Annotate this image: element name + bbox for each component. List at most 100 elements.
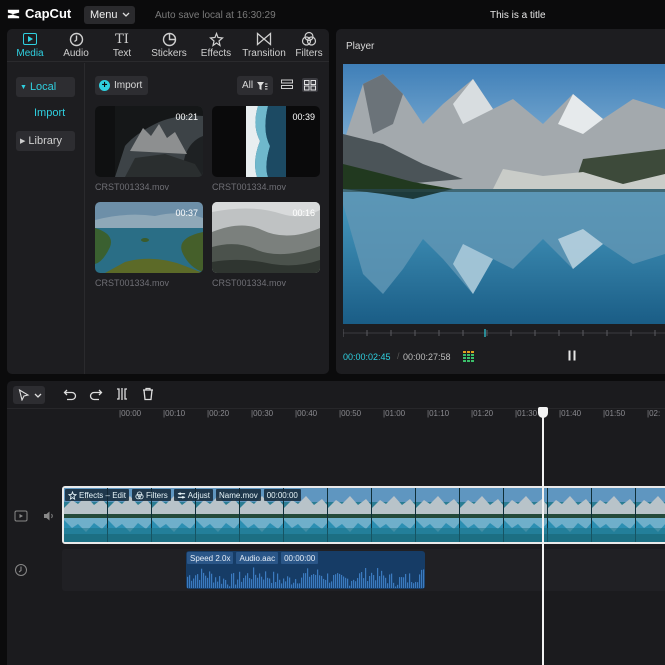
tab-effects-label: Effects (200, 48, 232, 59)
adjust-icon (177, 492, 185, 498)
adjust-tag-label: Adjust (187, 490, 211, 500)
redo-icon[interactable] (89, 387, 103, 401)
audio-clip[interactable]: Speed 2.0x Audio.aac 00:00:00 (186, 551, 425, 589)
app-logo: CapCut (6, 6, 71, 21)
audio-meter-icon[interactable] (463, 350, 475, 362)
caret-down-icon: ▼ (20, 83, 27, 91)
sidebar-item-local[interactable]: ▼ Local (16, 77, 75, 97)
sidebar-item-library-label: Library (28, 135, 63, 147)
caret-right-icon: ▶ (20, 138, 26, 145)
playhead-handle[interactable] (538, 407, 548, 418)
ruler-label: |00:40 (295, 409, 318, 418)
thumbnail-duration: 00:39 (292, 112, 315, 122)
menu-button-label: Menu (90, 9, 118, 21)
grid-view-icon (304, 80, 316, 91)
tab-effects[interactable]: Effects (193, 31, 239, 61)
thumbnail-filename: CRST001334.mov (95, 182, 170, 192)
thumbnail-filename: CRST001334.mov (95, 278, 170, 288)
timeline-ruler[interactable]: |00:00 |00:10 |00:20 |00:30 |00:40 |00:5… (7, 409, 665, 429)
media-panel: Media Audio TI Text Stickers Effects Tra… (7, 29, 329, 374)
media-thumbnail[interactable]: 00:39 (212, 106, 320, 177)
split-icon[interactable] (115, 387, 129, 401)
ruler-label: |01:30 (515, 409, 538, 418)
import-button[interactable]: + Import (95, 76, 149, 95)
player-title: Player (346, 41, 375, 52)
media-sidebar: ▼ Local Import ▶ Library (7, 63, 85, 374)
filter-dropdown[interactable]: All (237, 76, 274, 95)
grid-view-button[interactable] (302, 78, 318, 92)
audio-track-icon[interactable] (14, 563, 28, 577)
timeline-toolbar (7, 381, 665, 409)
filters-tag[interactable]: Filters (132, 489, 171, 501)
capcut-logo-icon (7, 9, 20, 19)
time-separator: / (397, 351, 400, 361)
app-name: CapCut (25, 6, 72, 21)
total-time: 00:00:27:58 (403, 352, 451, 362)
tab-audio[interactable]: Audio (53, 31, 99, 61)
asset-tabs: Media Audio TI Text Stickers Effects Tra… (7, 29, 329, 62)
list-view-icon[interactable] (281, 79, 293, 91)
tab-media[interactable]: Media (7, 31, 53, 61)
delete-icon[interactable] (141, 387, 155, 401)
thumbnail-duration: 00:37 (175, 208, 198, 218)
stickers-icon (162, 32, 176, 46)
volume-icon[interactable] (42, 509, 56, 523)
tab-media-label: Media (16, 48, 44, 59)
sidebar-item-import[interactable]: Import (16, 103, 75, 123)
project-title[interactable]: This is a title (490, 10, 546, 21)
tab-filters[interactable]: Filters (289, 31, 329, 61)
tab-stickers-label: Stickers (151, 48, 187, 59)
ruler-label: |01:20 (471, 409, 494, 418)
effects-tag[interactable]: Effects – Edit (65, 489, 129, 501)
thumbnail-duration: 00:16 (292, 208, 315, 218)
mountain-lake-image (343, 64, 665, 324)
select-tool-dropdown[interactable] (13, 386, 45, 404)
import-button-label: Import (114, 80, 143, 91)
ruler-label: |01:50 (603, 409, 626, 418)
media-thumbnail[interactable]: 00:37 (95, 202, 203, 273)
video-track-icon[interactable] (14, 509, 28, 523)
audio-waveform (187, 567, 425, 588)
thumbnail-duration: 00:21 (175, 112, 198, 122)
filters-icon (135, 490, 144, 499)
ruler-label: |00:30 (251, 409, 274, 418)
video-clip[interactable]: Effects – Edit Filters Adjust Name.mov 0… (62, 486, 665, 544)
current-time: 00:00:02:45 (343, 352, 391, 362)
pause-icon[interactable] (567, 350, 577, 361)
thumbnail-filename: CRST001334.mov (212, 182, 287, 192)
tab-filters-label: Filters (295, 48, 323, 59)
media-thumbnail[interactable]: 00:21 (95, 106, 203, 177)
ruler-label: |01:00 (383, 409, 406, 418)
sidebar-item-import-label: Import (34, 107, 66, 119)
tab-text[interactable]: TI Text (99, 31, 145, 61)
filter-label: All (242, 80, 254, 91)
tab-text-label: Text (112, 48, 132, 59)
tab-transition-label: Transition (242, 48, 286, 59)
tab-stickers[interactable]: Stickers (146, 31, 192, 61)
player-panel: Player 00:00:02:45 / 00:00:27:58 (336, 29, 665, 374)
tab-transition[interactable]: Transition (240, 31, 288, 61)
player-scrubber[interactable] (343, 328, 665, 338)
undo-icon[interactable] (63, 387, 77, 401)
video-preview[interactable] (343, 64, 665, 324)
transition-icon (256, 32, 272, 46)
ruler-label: |00:50 (339, 409, 362, 418)
thumbnail-filename: CRST001334.mov (212, 278, 287, 288)
ruler-label: |02: (647, 409, 661, 418)
playhead-line[interactable] (542, 409, 544, 665)
ruler-label: |01:10 (427, 409, 450, 418)
sidebar-item-library[interactable]: ▶ Library (16, 131, 75, 151)
menu-button[interactable]: Menu (84, 6, 135, 24)
text-icon: TI (115, 31, 129, 47)
adjust-tag[interactable]: Adjust (173, 489, 214, 501)
media-thumbnail[interactable]: 00:16 (212, 202, 320, 273)
filters-tag-label: Filters (146, 490, 168, 500)
tab-audio-label: Audio (63, 48, 89, 59)
sort-filter-icon (257, 81, 268, 90)
clip-name-tag: Name.mov (216, 489, 261, 501)
ruler-label: |00:20 (207, 409, 230, 418)
effects-icon (208, 31, 224, 47)
effects-tag-label: Effects – Edit (79, 490, 126, 500)
ruler-label: |00:10 (163, 409, 186, 418)
filters-icon (301, 31, 317, 46)
